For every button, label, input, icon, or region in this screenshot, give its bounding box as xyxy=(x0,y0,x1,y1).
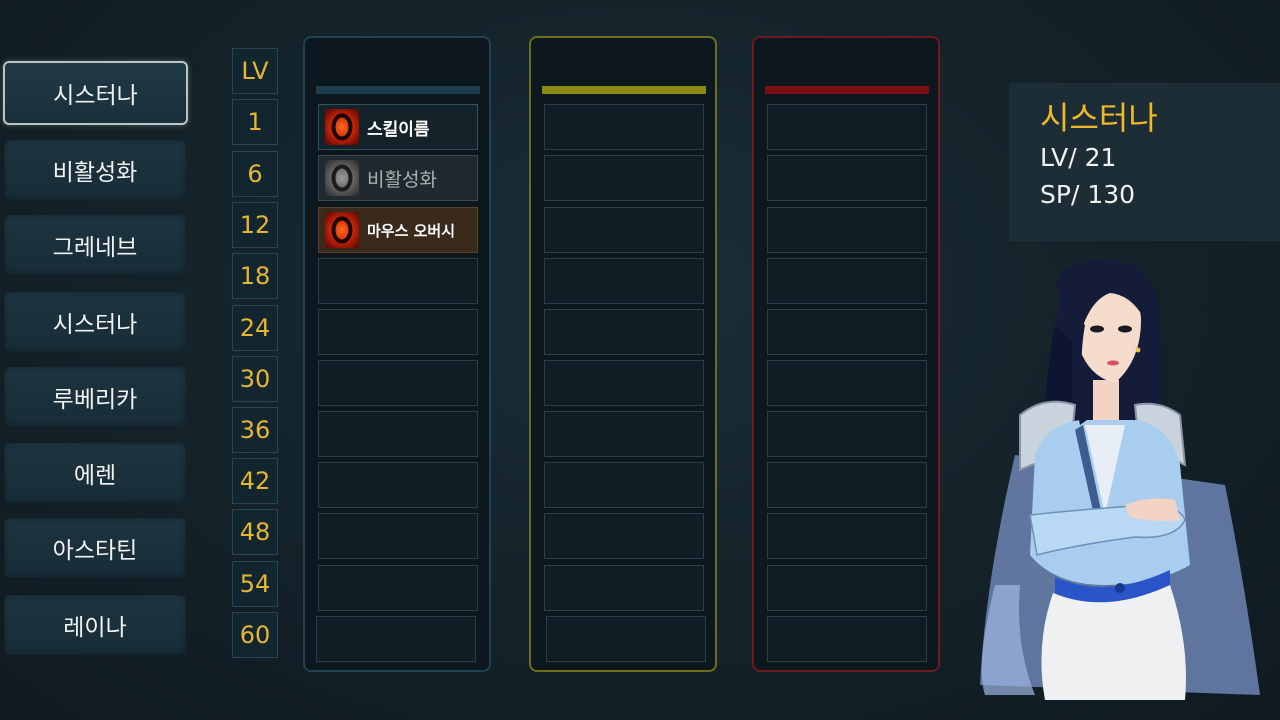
skill-slot-empty[interactable] xyxy=(318,411,478,457)
character-label: 시스터나 xyxy=(52,312,138,338)
skill-slot-empty[interactable] xyxy=(544,565,704,611)
skill-slot-hover[interactable]: 마우스 오버시 xyxy=(318,207,478,253)
skill-slot-empty[interactable] xyxy=(318,360,478,406)
skill-slot-empty[interactable] xyxy=(767,104,927,150)
fire-ring-icon xyxy=(325,109,359,145)
skill-slot-empty[interactable] xyxy=(544,207,704,253)
level-cell: 54 xyxy=(232,561,278,607)
level-cell: 24 xyxy=(232,305,278,351)
character-info-panel: 시스터나 LV/ 21 SP/ 130 xyxy=(1009,83,1280,241)
character-sp: SP/ 130 xyxy=(1040,180,1136,209)
skill-name: 비활성화 xyxy=(367,168,437,191)
character-button-inactive[interactable]: 비활성화 xyxy=(4,140,186,200)
character-label: 비활성화 xyxy=(52,160,138,186)
character-label: 루베리카 xyxy=(52,387,138,413)
character-label: 시스터나 xyxy=(53,83,138,109)
level-cell: 36 xyxy=(232,407,278,453)
character-name: 시스터나 xyxy=(1040,99,1158,137)
character-button-eren[interactable]: 에렌 xyxy=(4,443,186,503)
level-cell: 18 xyxy=(232,253,278,299)
skill-slot-empty[interactable] xyxy=(544,411,704,457)
character-button-grenev[interactable]: 그레네브 xyxy=(4,215,186,275)
character-level: LV/ 21 xyxy=(1040,143,1117,172)
fire-ring-icon xyxy=(325,212,359,248)
level-cell: 48 xyxy=(232,509,278,555)
level-cell: 1 xyxy=(232,99,278,145)
skill-column-yellow xyxy=(529,36,717,672)
column-header-bar xyxy=(765,86,929,94)
skill-column-red xyxy=(752,36,940,672)
character-label: 레이나 xyxy=(63,615,127,641)
level-header: LV xyxy=(232,48,278,94)
level-cell: 6 xyxy=(232,151,278,197)
skill-slot-empty[interactable] xyxy=(544,104,704,150)
skill-slot-empty[interactable] xyxy=(318,309,478,355)
character-label: 에렌 xyxy=(73,463,117,489)
column-header-bar xyxy=(542,86,706,94)
skill-slot-empty[interactable] xyxy=(767,565,927,611)
skill-slot-empty[interactable] xyxy=(767,360,927,406)
character-button-sistana-2[interactable]: 시스터나 xyxy=(4,292,186,352)
skill-slot-empty[interactable] xyxy=(318,258,478,304)
skill-slot-empty[interactable] xyxy=(544,309,704,355)
skill-slot-empty[interactable] xyxy=(544,155,704,201)
skill-slot-empty[interactable] xyxy=(767,616,927,662)
character-label: 그레네브 xyxy=(52,235,138,261)
skill-slot-empty[interactable] xyxy=(544,360,704,406)
skill-slot-empty[interactable] xyxy=(544,462,704,508)
skill-slot-empty[interactable] xyxy=(318,462,478,508)
column-header-bar xyxy=(316,86,480,94)
skill-name: 마우스 오버시 xyxy=(367,221,456,240)
skill-slot-empty[interactable] xyxy=(316,616,476,662)
skill-slot-empty[interactable] xyxy=(318,565,478,611)
skill-slot-empty[interactable] xyxy=(767,411,927,457)
character-button-astatine[interactable]: 아스타틴 xyxy=(4,518,186,578)
skill-slot-empty[interactable] xyxy=(767,462,927,508)
level-cell: 12 xyxy=(232,202,278,248)
character-button-sistana[interactable]: 시스터나 xyxy=(3,61,188,125)
skill-slot-empty[interactable] xyxy=(544,258,704,304)
character-portrait xyxy=(980,260,1260,700)
level-cell: 30 xyxy=(232,356,278,402)
character-button-luberica[interactable]: 루베리카 xyxy=(4,367,186,427)
skill-slot-empty[interactable] xyxy=(767,309,927,355)
skill-slot-empty[interactable] xyxy=(546,616,706,662)
character-button-reina[interactable]: 레이나 xyxy=(4,595,186,655)
skill-slot-empty[interactable] xyxy=(544,513,704,559)
skill-column-blue: 스킬이름 비활성화 마우스 오버시 xyxy=(303,36,491,672)
level-cell: 60 xyxy=(232,612,278,658)
skill-slot-empty[interactable] xyxy=(767,207,927,253)
skill-slot-empty[interactable] xyxy=(767,155,927,201)
skill-slot-empty[interactable] xyxy=(767,513,927,559)
skill-slot-inactive[interactable]: 비활성화 xyxy=(318,155,478,201)
skill-slot-active[interactable]: 스킬이름 xyxy=(318,104,478,150)
level-cell: 42 xyxy=(232,458,278,504)
skill-slot-empty[interactable] xyxy=(318,513,478,559)
skill-slot-empty[interactable] xyxy=(767,258,927,304)
grey-ring-icon xyxy=(325,160,359,196)
character-label: 아스타틴 xyxy=(52,538,138,564)
skill-name: 스킬이름 xyxy=(367,119,430,140)
